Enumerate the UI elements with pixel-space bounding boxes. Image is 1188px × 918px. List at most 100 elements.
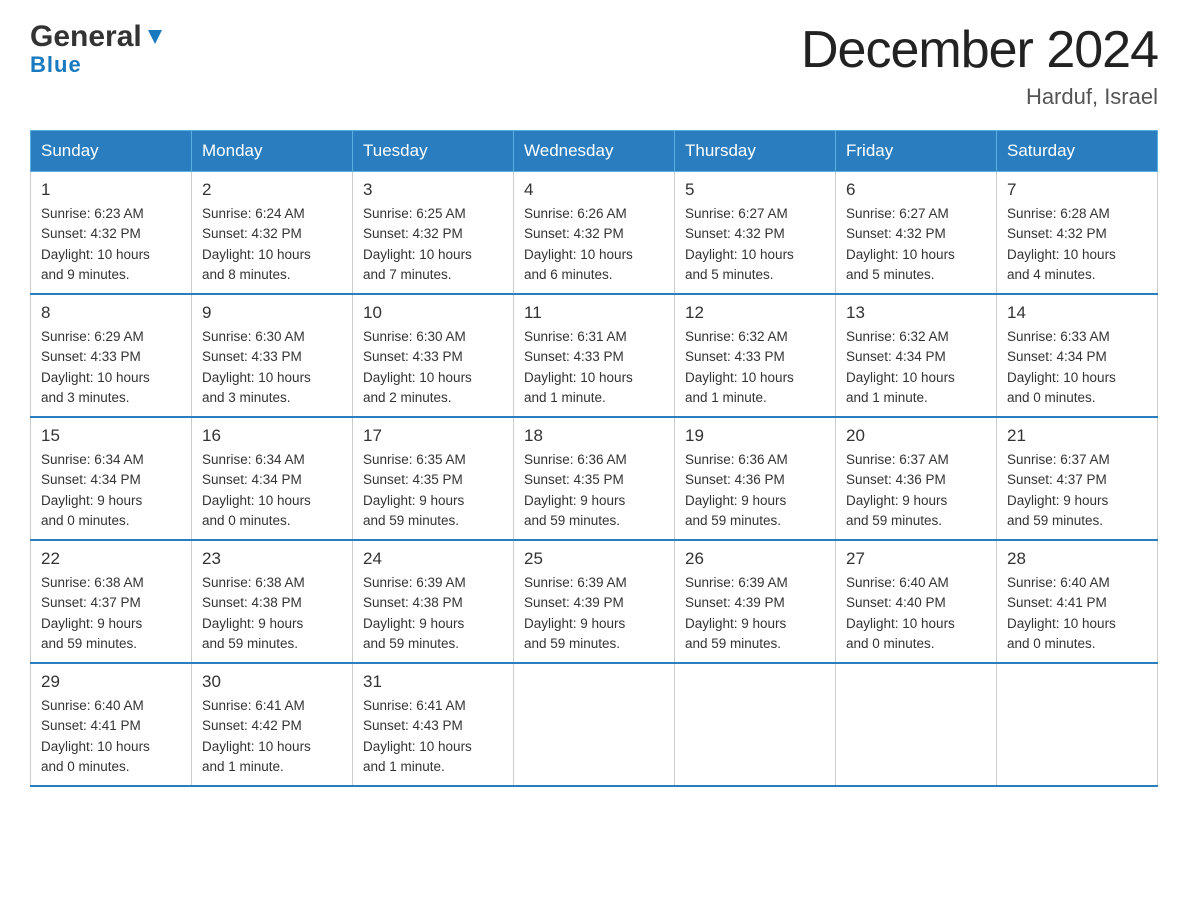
- sun-info: Sunrise: 6:26 AMSunset: 4:32 PMDaylight:…: [524, 204, 664, 285]
- day-number: 11: [524, 303, 664, 323]
- day-number: 28: [1007, 549, 1147, 569]
- page-header: General Blue December 2024 Harduf, Israe…: [30, 20, 1158, 110]
- calendar-week-row: 15 Sunrise: 6:34 AMSunset: 4:34 PMDaylig…: [31, 417, 1158, 540]
- weekday-header-thursday: Thursday: [675, 131, 836, 172]
- calendar-day-cell: 2 Sunrise: 6:24 AMSunset: 4:32 PMDayligh…: [192, 172, 353, 295]
- weekday-header-wednesday: Wednesday: [514, 131, 675, 172]
- weekday-header-friday: Friday: [836, 131, 997, 172]
- day-number: 1: [41, 180, 181, 200]
- day-number: 22: [41, 549, 181, 569]
- sun-info: Sunrise: 6:40 AMSunset: 4:41 PMDaylight:…: [41, 696, 181, 777]
- sun-info: Sunrise: 6:41 AMSunset: 4:43 PMDaylight:…: [363, 696, 503, 777]
- weekday-header-row: SundayMondayTuesdayWednesdayThursdayFrid…: [31, 131, 1158, 172]
- day-number: 24: [363, 549, 503, 569]
- sun-info: Sunrise: 6:38 AMSunset: 4:37 PMDaylight:…: [41, 573, 181, 654]
- day-number: 18: [524, 426, 664, 446]
- calendar-day-cell: 6 Sunrise: 6:27 AMSunset: 4:32 PMDayligh…: [836, 172, 997, 295]
- calendar-day-cell: 9 Sunrise: 6:30 AMSunset: 4:33 PMDayligh…: [192, 294, 353, 417]
- sun-info: Sunrise: 6:31 AMSunset: 4:33 PMDaylight:…: [524, 327, 664, 408]
- calendar-week-row: 22 Sunrise: 6:38 AMSunset: 4:37 PMDaylig…: [31, 540, 1158, 663]
- logo-blue-text: Blue: [30, 52, 82, 78]
- day-number: 26: [685, 549, 825, 569]
- sun-info: Sunrise: 6:39 AMSunset: 4:39 PMDaylight:…: [685, 573, 825, 654]
- day-number: 23: [202, 549, 342, 569]
- day-number: 8: [41, 303, 181, 323]
- sun-info: Sunrise: 6:30 AMSunset: 4:33 PMDaylight:…: [202, 327, 342, 408]
- calendar-day-cell: 19 Sunrise: 6:36 AMSunset: 4:36 PMDaylig…: [675, 417, 836, 540]
- calendar-week-row: 8 Sunrise: 6:29 AMSunset: 4:33 PMDayligh…: [31, 294, 1158, 417]
- day-number: 30: [202, 672, 342, 692]
- sun-info: Sunrise: 6:40 AMSunset: 4:41 PMDaylight:…: [1007, 573, 1147, 654]
- calendar-week-row: 1 Sunrise: 6:23 AMSunset: 4:32 PMDayligh…: [31, 172, 1158, 295]
- calendar-day-cell: 13 Sunrise: 6:32 AMSunset: 4:34 PMDaylig…: [836, 294, 997, 417]
- day-number: 20: [846, 426, 986, 446]
- day-number: 25: [524, 549, 664, 569]
- calendar-day-cell: 18 Sunrise: 6:36 AMSunset: 4:35 PMDaylig…: [514, 417, 675, 540]
- day-number: 16: [202, 426, 342, 446]
- day-number: 7: [1007, 180, 1147, 200]
- weekday-header-tuesday: Tuesday: [353, 131, 514, 172]
- calendar-day-cell: 15 Sunrise: 6:34 AMSunset: 4:34 PMDaylig…: [31, 417, 192, 540]
- calendar-day-cell: 17 Sunrise: 6:35 AMSunset: 4:35 PMDaylig…: [353, 417, 514, 540]
- calendar-day-cell: 16 Sunrise: 6:34 AMSunset: 4:34 PMDaylig…: [192, 417, 353, 540]
- month-title: December 2024: [801, 20, 1158, 80]
- sun-info: Sunrise: 6:25 AMSunset: 4:32 PMDaylight:…: [363, 204, 503, 285]
- calendar-table: SundayMondayTuesdayWednesdayThursdayFrid…: [30, 130, 1158, 787]
- location-text: Harduf, Israel: [801, 84, 1158, 110]
- sun-info: Sunrise: 6:30 AMSunset: 4:33 PMDaylight:…: [363, 327, 503, 408]
- title-area: December 2024 Harduf, Israel: [801, 20, 1158, 110]
- calendar-day-cell: 24 Sunrise: 6:39 AMSunset: 4:38 PMDaylig…: [353, 540, 514, 663]
- day-number: 4: [524, 180, 664, 200]
- calendar-day-cell: 11 Sunrise: 6:31 AMSunset: 4:33 PMDaylig…: [514, 294, 675, 417]
- calendar-day-cell: 22 Sunrise: 6:38 AMSunset: 4:37 PMDaylig…: [31, 540, 192, 663]
- day-number: 6: [846, 180, 986, 200]
- sun-info: Sunrise: 6:23 AMSunset: 4:32 PMDaylight:…: [41, 204, 181, 285]
- sun-info: Sunrise: 6:36 AMSunset: 4:35 PMDaylight:…: [524, 450, 664, 531]
- sun-info: Sunrise: 6:29 AMSunset: 4:33 PMDaylight:…: [41, 327, 181, 408]
- calendar-day-cell: 29 Sunrise: 6:40 AMSunset: 4:41 PMDaylig…: [31, 663, 192, 786]
- calendar-week-row: 29 Sunrise: 6:40 AMSunset: 4:41 PMDaylig…: [31, 663, 1158, 786]
- calendar-day-cell: 8 Sunrise: 6:29 AMSunset: 4:33 PMDayligh…: [31, 294, 192, 417]
- calendar-day-cell: [514, 663, 675, 786]
- logo-arrow-icon: [144, 26, 166, 48]
- day-number: 17: [363, 426, 503, 446]
- day-number: 27: [846, 549, 986, 569]
- sun-info: Sunrise: 6:39 AMSunset: 4:38 PMDaylight:…: [363, 573, 503, 654]
- calendar-day-cell: 23 Sunrise: 6:38 AMSunset: 4:38 PMDaylig…: [192, 540, 353, 663]
- sun-info: Sunrise: 6:37 AMSunset: 4:37 PMDaylight:…: [1007, 450, 1147, 531]
- sun-info: Sunrise: 6:28 AMSunset: 4:32 PMDaylight:…: [1007, 204, 1147, 285]
- calendar-day-cell: 4 Sunrise: 6:26 AMSunset: 4:32 PMDayligh…: [514, 172, 675, 295]
- weekday-header-monday: Monday: [192, 131, 353, 172]
- day-number: 5: [685, 180, 825, 200]
- sun-info: Sunrise: 6:32 AMSunset: 4:34 PMDaylight:…: [846, 327, 986, 408]
- sun-info: Sunrise: 6:41 AMSunset: 4:42 PMDaylight:…: [202, 696, 342, 777]
- sun-info: Sunrise: 6:24 AMSunset: 4:32 PMDaylight:…: [202, 204, 342, 285]
- sun-info: Sunrise: 6:32 AMSunset: 4:33 PMDaylight:…: [685, 327, 825, 408]
- calendar-day-cell: 27 Sunrise: 6:40 AMSunset: 4:40 PMDaylig…: [836, 540, 997, 663]
- day-number: 2: [202, 180, 342, 200]
- calendar-day-cell: 5 Sunrise: 6:27 AMSunset: 4:32 PMDayligh…: [675, 172, 836, 295]
- calendar-day-cell: 7 Sunrise: 6:28 AMSunset: 4:32 PMDayligh…: [997, 172, 1158, 295]
- sun-info: Sunrise: 6:37 AMSunset: 4:36 PMDaylight:…: [846, 450, 986, 531]
- calendar-day-cell: 10 Sunrise: 6:30 AMSunset: 4:33 PMDaylig…: [353, 294, 514, 417]
- day-number: 10: [363, 303, 503, 323]
- calendar-day-cell: 28 Sunrise: 6:40 AMSunset: 4:41 PMDaylig…: [997, 540, 1158, 663]
- calendar-day-cell: [997, 663, 1158, 786]
- calendar-day-cell: [836, 663, 997, 786]
- weekday-header-saturday: Saturday: [997, 131, 1158, 172]
- sun-info: Sunrise: 6:27 AMSunset: 4:32 PMDaylight:…: [846, 204, 986, 285]
- sun-info: Sunrise: 6:39 AMSunset: 4:39 PMDaylight:…: [524, 573, 664, 654]
- sun-info: Sunrise: 6:36 AMSunset: 4:36 PMDaylight:…: [685, 450, 825, 531]
- calendar-day-cell: 25 Sunrise: 6:39 AMSunset: 4:39 PMDaylig…: [514, 540, 675, 663]
- sun-info: Sunrise: 6:34 AMSunset: 4:34 PMDaylight:…: [202, 450, 342, 531]
- calendar-day-cell: 31 Sunrise: 6:41 AMSunset: 4:43 PMDaylig…: [353, 663, 514, 786]
- calendar-day-cell: 21 Sunrise: 6:37 AMSunset: 4:37 PMDaylig…: [997, 417, 1158, 540]
- calendar-day-cell: 20 Sunrise: 6:37 AMSunset: 4:36 PMDaylig…: [836, 417, 997, 540]
- sun-info: Sunrise: 6:40 AMSunset: 4:40 PMDaylight:…: [846, 573, 986, 654]
- day-number: 15: [41, 426, 181, 446]
- logo: General Blue: [30, 20, 166, 78]
- sun-info: Sunrise: 6:38 AMSunset: 4:38 PMDaylight:…: [202, 573, 342, 654]
- logo-general-text: General: [30, 20, 142, 54]
- day-number: 14: [1007, 303, 1147, 323]
- day-number: 31: [363, 672, 503, 692]
